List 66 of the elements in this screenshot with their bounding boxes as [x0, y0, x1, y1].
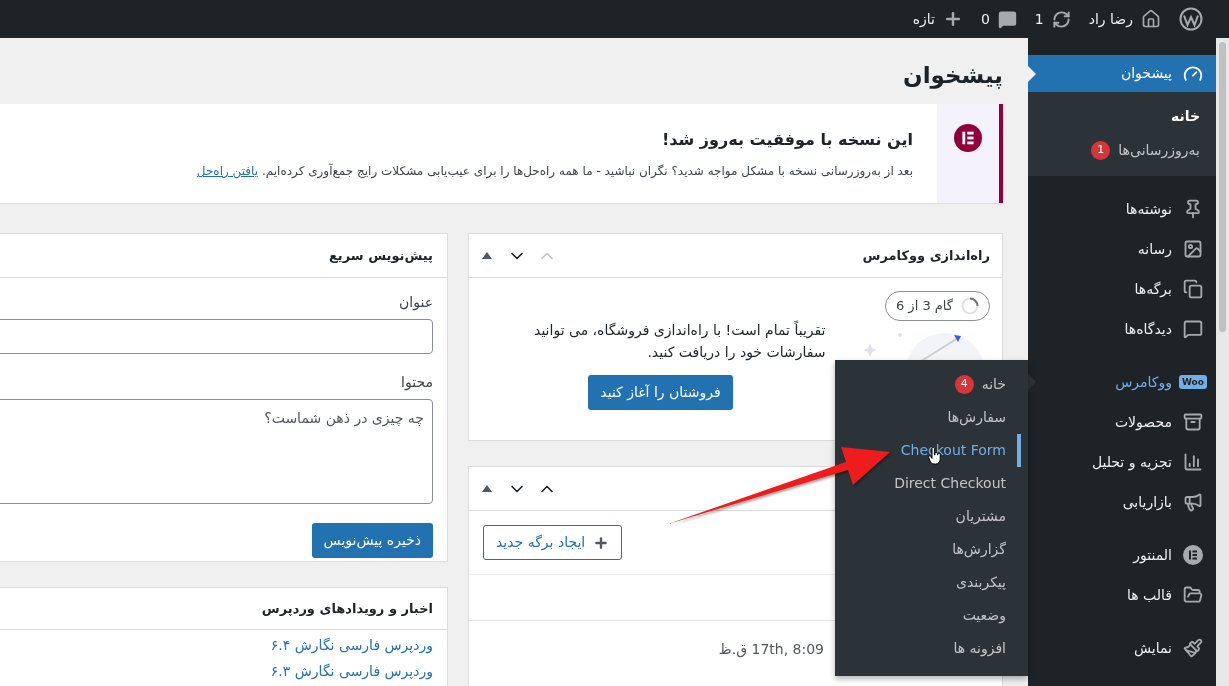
media-icon	[1183, 239, 1203, 259]
page-title: پیشخوان	[902, 61, 1003, 90]
comments-link[interactable]: 0	[980, 8, 1017, 30]
woo-logo-icon: Woo	[1179, 375, 1207, 389]
flyout-item[interactable]: گزارش‌ها	[835, 533, 1028, 566]
flyout-item[interactable]: Direct Checkout	[835, 467, 1028, 500]
sidebar-item[interactable]: برگه‌ها	[1028, 269, 1216, 309]
box-title: اخبار و رویدادهای وردپرس	[261, 599, 433, 618]
refresh-icon	[1051, 9, 1071, 29]
comment-icon	[1183, 319, 1203, 339]
content-textarea[interactable]: چه چیزی در ذهن شماست؟	[0, 399, 433, 504]
folder-icon	[1183, 585, 1203, 605]
updates-link[interactable]: 1	[1034, 8, 1071, 30]
news-link[interactable]: وردپرس فارسی نگارش ۶.۳	[270, 660, 433, 682]
elementor-icon	[1183, 545, 1203, 565]
home-icon	[1141, 9, 1161, 29]
logo-icon	[1179, 7, 1203, 31]
sidebar-item[interactable]: المنتور	[1028, 535, 1216, 575]
new-content-link[interactable]: تازه	[912, 8, 963, 30]
site-name-link[interactable]: رضا راد	[1088, 8, 1161, 30]
sidebar-item[interactable]: دیدگاه‌ها	[1028, 309, 1216, 349]
field-label: عنوان	[398, 293, 433, 313]
title-input[interactable]	[0, 319, 433, 354]
archive-icon	[1183, 412, 1203, 432]
date-text: 17th, 8:09 ق.ظ	[718, 641, 824, 657]
setup-message: تقریباً تمام است! با راه‌اندازی فروشگاه، می توانید سفارشات خود را دریافت کنید.	[533, 319, 826, 363]
news-link[interactable]: وردپرس فارسی نگارش ۶.۴	[270, 634, 433, 656]
megaphone-icon	[1183, 492, 1203, 512]
progress-ring-icon	[961, 297, 979, 315]
flyout-item[interactable]: Checkout Form	[835, 434, 1028, 467]
flyout-item[interactable]: پیکربندی	[835, 566, 1028, 599]
paintbrush-icon	[1183, 638, 1203, 658]
field-label: محتوا	[400, 373, 433, 393]
start-selling-button[interactable]: فروشتان را آغاز کنید	[588, 375, 733, 410]
sidebar-item[interactable]: رسانه	[1028, 229, 1216, 269]
create-page-button[interactable]: ایجاد برگه جدید	[483, 525, 623, 560]
flyout-item[interactable]: افزونه ها	[835, 632, 1028, 665]
triangle-icon	[482, 252, 492, 259]
count-badge: 1	[1091, 140, 1111, 160]
elementor-icon	[954, 124, 982, 152]
flyout-item[interactable]: سفارش‌ها	[835, 401, 1028, 434]
count-badge: 4	[954, 375, 974, 394]
flyout-item[interactable]: مشتریان	[835, 500, 1028, 533]
pointer-notch	[1028, 65, 1036, 82]
sidebar-item[interactable]: بازاریابی	[1028, 482, 1216, 522]
gauge-icon	[1183, 63, 1203, 84]
notice-text: بعد از به‌روزرسانی نسخه با مشکل مواجه شدید؟ نگران نباشید - ما همه راه‌حل‌ها را برای عیب‌یابی مشکلات رایج جمع‌آوری کرده‌ایم. یافتن راه‌حل	[196, 162, 913, 180]
box-title: پیش‌نویس سریع	[329, 246, 433, 265]
plus-icon	[593, 534, 610, 551]
submenu-item[interactable]: خانه	[1028, 99, 1216, 133]
box-title: راه‌اندازی ووکامرس	[862, 246, 990, 265]
flyout-item[interactable]: وضعیت	[835, 599, 1028, 632]
pages-icon	[1183, 279, 1203, 299]
find-solution-link[interactable]: یافتن راه‌حل	[196, 164, 259, 178]
save-draft-button[interactable]: ذخیره پیش‌نویس	[311, 523, 433, 558]
sidebar-item[interactable]: قالب ها	[1028, 575, 1216, 615]
sidebar-item[interactable]: نمایش	[1028, 628, 1216, 668]
comment-icon	[997, 9, 1017, 29]
notice-title: این نسخه با موفقیت به‌روز شد!	[660, 129, 913, 151]
sidebar-item[interactable]: نوشته‌ها	[1028, 189, 1216, 229]
sidebar-item[interactable]: پیشخوان	[1028, 55, 1216, 92]
triangle-icon	[482, 485, 492, 492]
sidebar-item[interactable]: محصولات	[1028, 402, 1216, 442]
bar-chart-icon	[1183, 452, 1203, 472]
pin-icon	[1183, 199, 1203, 219]
sidebar-item[interactable]: تجزیه و تحلیل	[1028, 442, 1216, 482]
